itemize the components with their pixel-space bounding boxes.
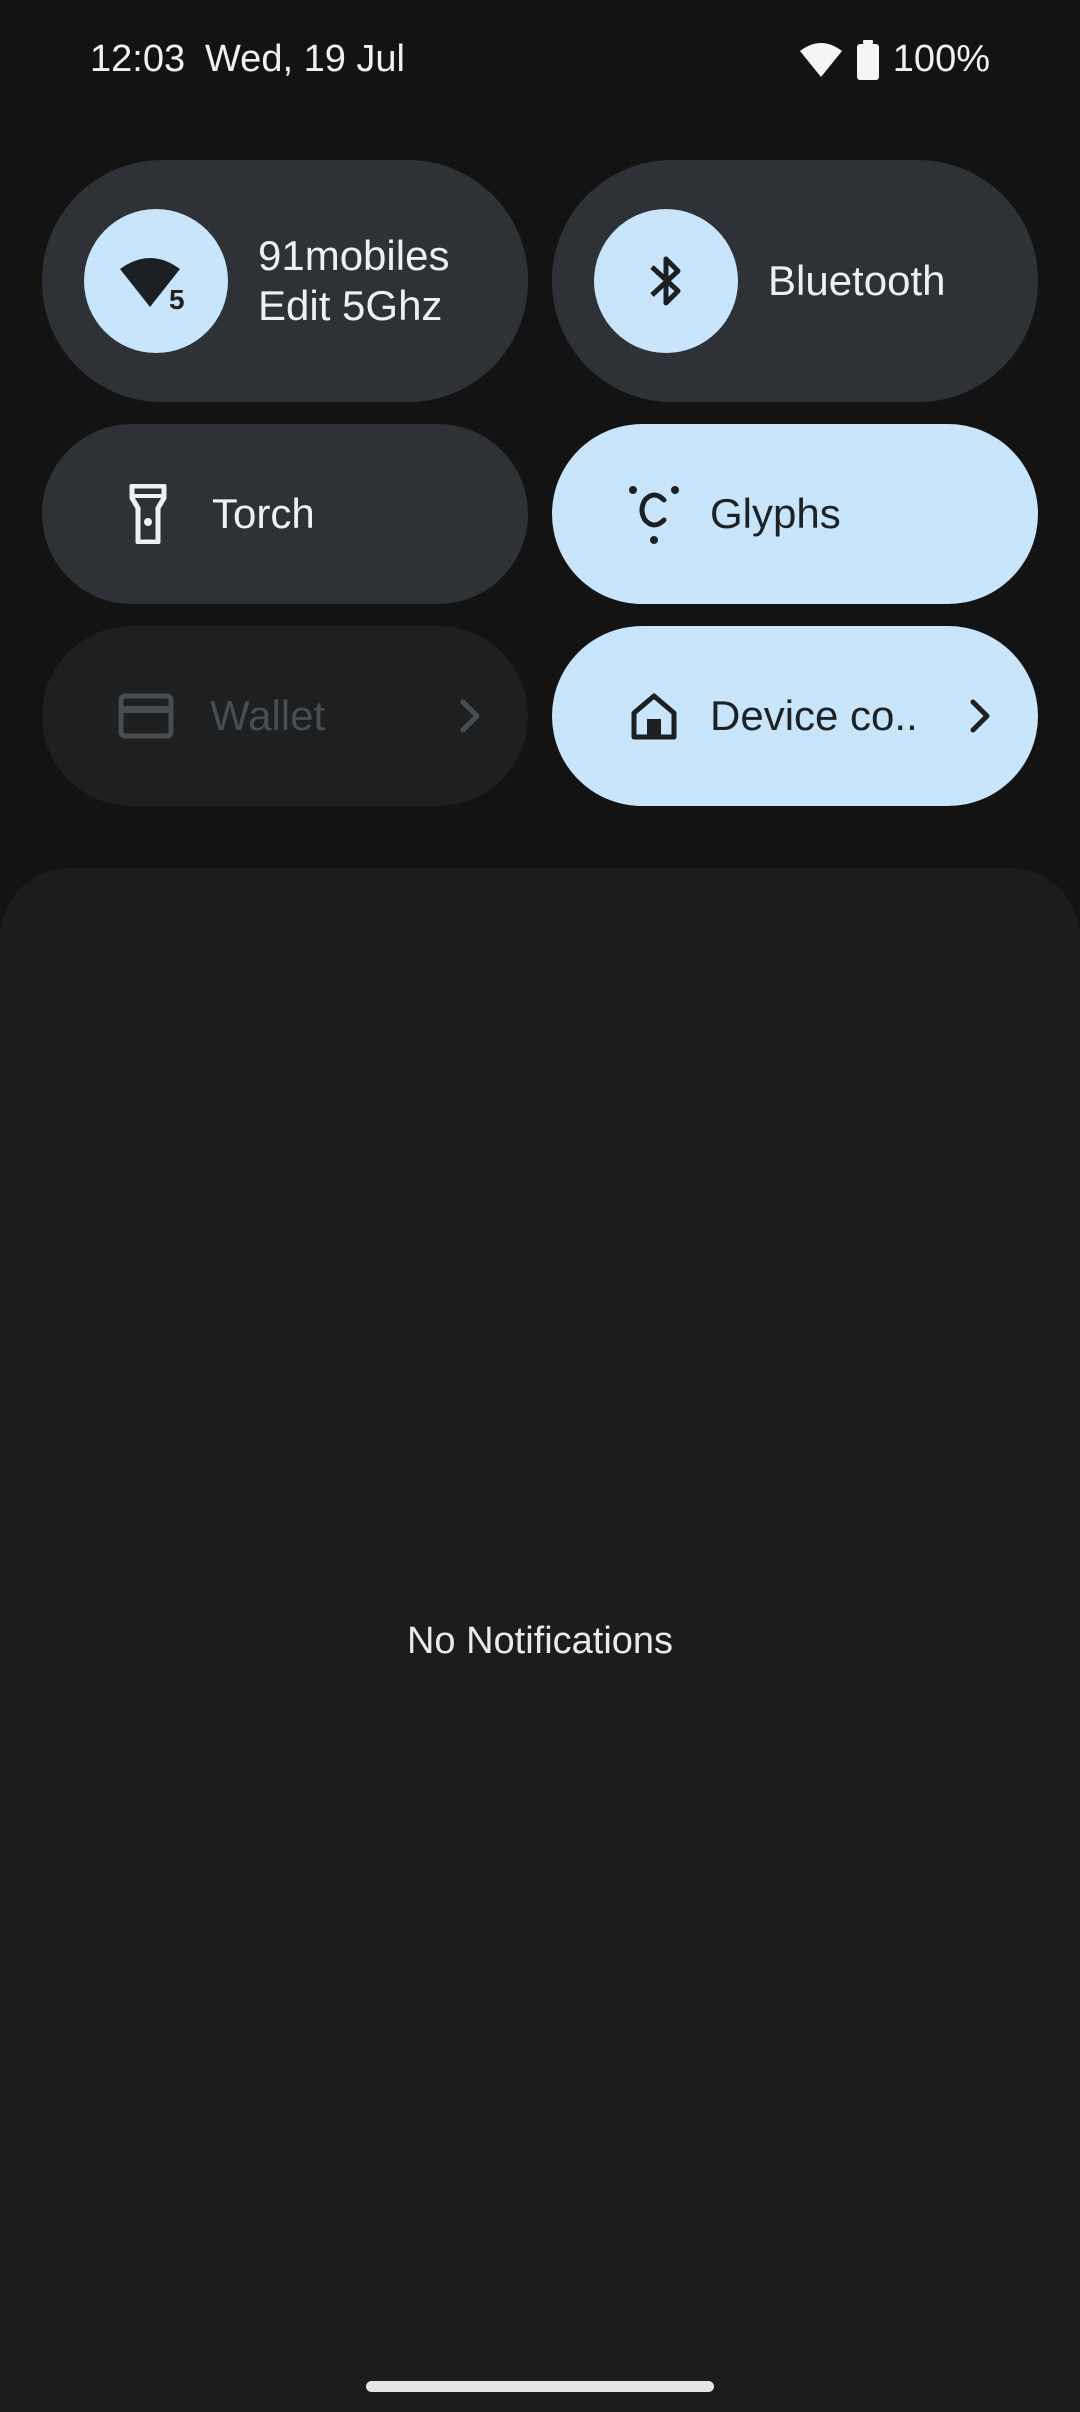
wifi-network-name: 91mobiles: [258, 232, 450, 279]
torch-label: Torch: [212, 490, 315, 537]
torch-tile[interactable]: Torch: [42, 424, 528, 604]
bluetooth-label: Bluetooth: [768, 257, 946, 304]
card-icon: [114, 684, 178, 748]
clock[interactable]: 12:03: [90, 38, 185, 81]
chevron-right-icon: [460, 699, 480, 733]
wifi-text: 91mobiles Edit 5Ghz: [258, 231, 449, 331]
no-notifications-text: No Notifications: [406, 1620, 674, 1662]
battery-icon: [856, 39, 879, 80]
glyphs-tile[interactable]: Glyphs: [552, 424, 1038, 604]
glyph-icon: [622, 482, 686, 546]
date[interactable]: Wed, 19 Jul: [205, 38, 405, 81]
bluetooth-tile[interactable]: Bluetooth: [552, 160, 1038, 402]
status-icons: 100%: [799, 38, 990, 81]
bluetooth-icon: [650, 256, 681, 306]
svg-text:5: 5: [169, 284, 185, 313]
notification-panel: No Notifications: [0, 868, 1080, 2412]
bluetooth-toggle[interactable]: [594, 209, 738, 353]
gesture-handle[interactable]: [366, 2381, 714, 2392]
battery-percentage: 100%: [892, 38, 990, 80]
flashlight-icon: [116, 482, 180, 546]
wallet-label: Wallet: [210, 692, 326, 739]
status-bar: 12:03 Wed, 19 Jul 100%: [0, 0, 1080, 130]
wifi-toggle[interactable]: 5: [84, 209, 228, 353]
wifi-network-subtitle: Edit 5Ghz: [258, 282, 443, 329]
home-icon: [622, 684, 686, 748]
wallet-tile[interactable]: Wallet: [42, 626, 528, 806]
device-controls-label: Device co..: [710, 692, 918, 739]
wifi-icon: [799, 42, 842, 77]
chevron-right-icon: [970, 699, 990, 733]
wifi-icon: 5: [120, 258, 185, 313]
wifi-tile[interactable]: 5 91mobiles Edit 5Ghz: [42, 160, 528, 402]
device-controls-tile[interactable]: Device co..: [552, 626, 1038, 806]
glyphs-label: Glyphs: [710, 490, 841, 537]
